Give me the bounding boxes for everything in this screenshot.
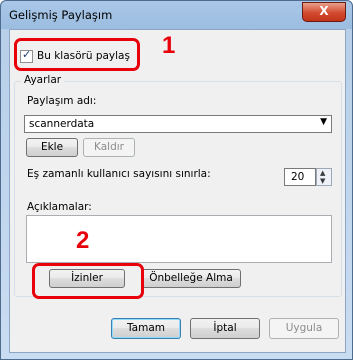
callout-number-2: 2: [76, 227, 90, 254]
user-limit-input[interactable]: 20: [284, 168, 316, 186]
user-limit-value: 20: [291, 171, 305, 183]
callout-number-1: 1: [162, 32, 176, 59]
dialog-body: ✓ Bu klasörü paylaş Ayarlar Paylaşım adı…: [9, 29, 346, 353]
add-button[interactable]: Ekle: [26, 138, 78, 157]
comments-textarea[interactable]: [26, 215, 332, 263]
apply-button[interactable]: Uygula: [269, 318, 339, 339]
share-name-value: scannerdata: [29, 118, 95, 130]
cancel-button[interactable]: İptal: [190, 318, 260, 339]
window-title: Gelişmiş Paylaşım: [9, 8, 113, 22]
spin-down-icon[interactable]: ▼: [320, 177, 325, 185]
dropdown-arrow-icon[interactable]: ▼: [320, 117, 327, 127]
share-name-label: Paylaşım adı:: [27, 95, 97, 107]
title-bar: Gelişmiş Paylaşım X: [1, 1, 352, 29]
caching-button[interactable]: Önbelleğe Alma: [141, 269, 241, 288]
share-name-dropdown[interactable]: scannerdata ▼: [24, 115, 332, 133]
callout-box-1: [14, 38, 140, 71]
comments-label: Açıklamalar:: [27, 201, 92, 213]
callout-box-2: [32, 263, 144, 299]
ok-button[interactable]: Tamam: [111, 318, 181, 339]
settings-group-title: Ayarlar: [21, 74, 65, 86]
spin-up-icon[interactable]: ▲: [320, 169, 325, 177]
close-button[interactable]: X: [302, 2, 346, 22]
remove-button[interactable]: Kaldır: [83, 138, 135, 157]
user-limit-spinner[interactable]: ▲ ▼: [316, 168, 332, 186]
user-limit-label: Eş zamanlı kullanıcı sayısını sınırla:: [27, 168, 211, 180]
